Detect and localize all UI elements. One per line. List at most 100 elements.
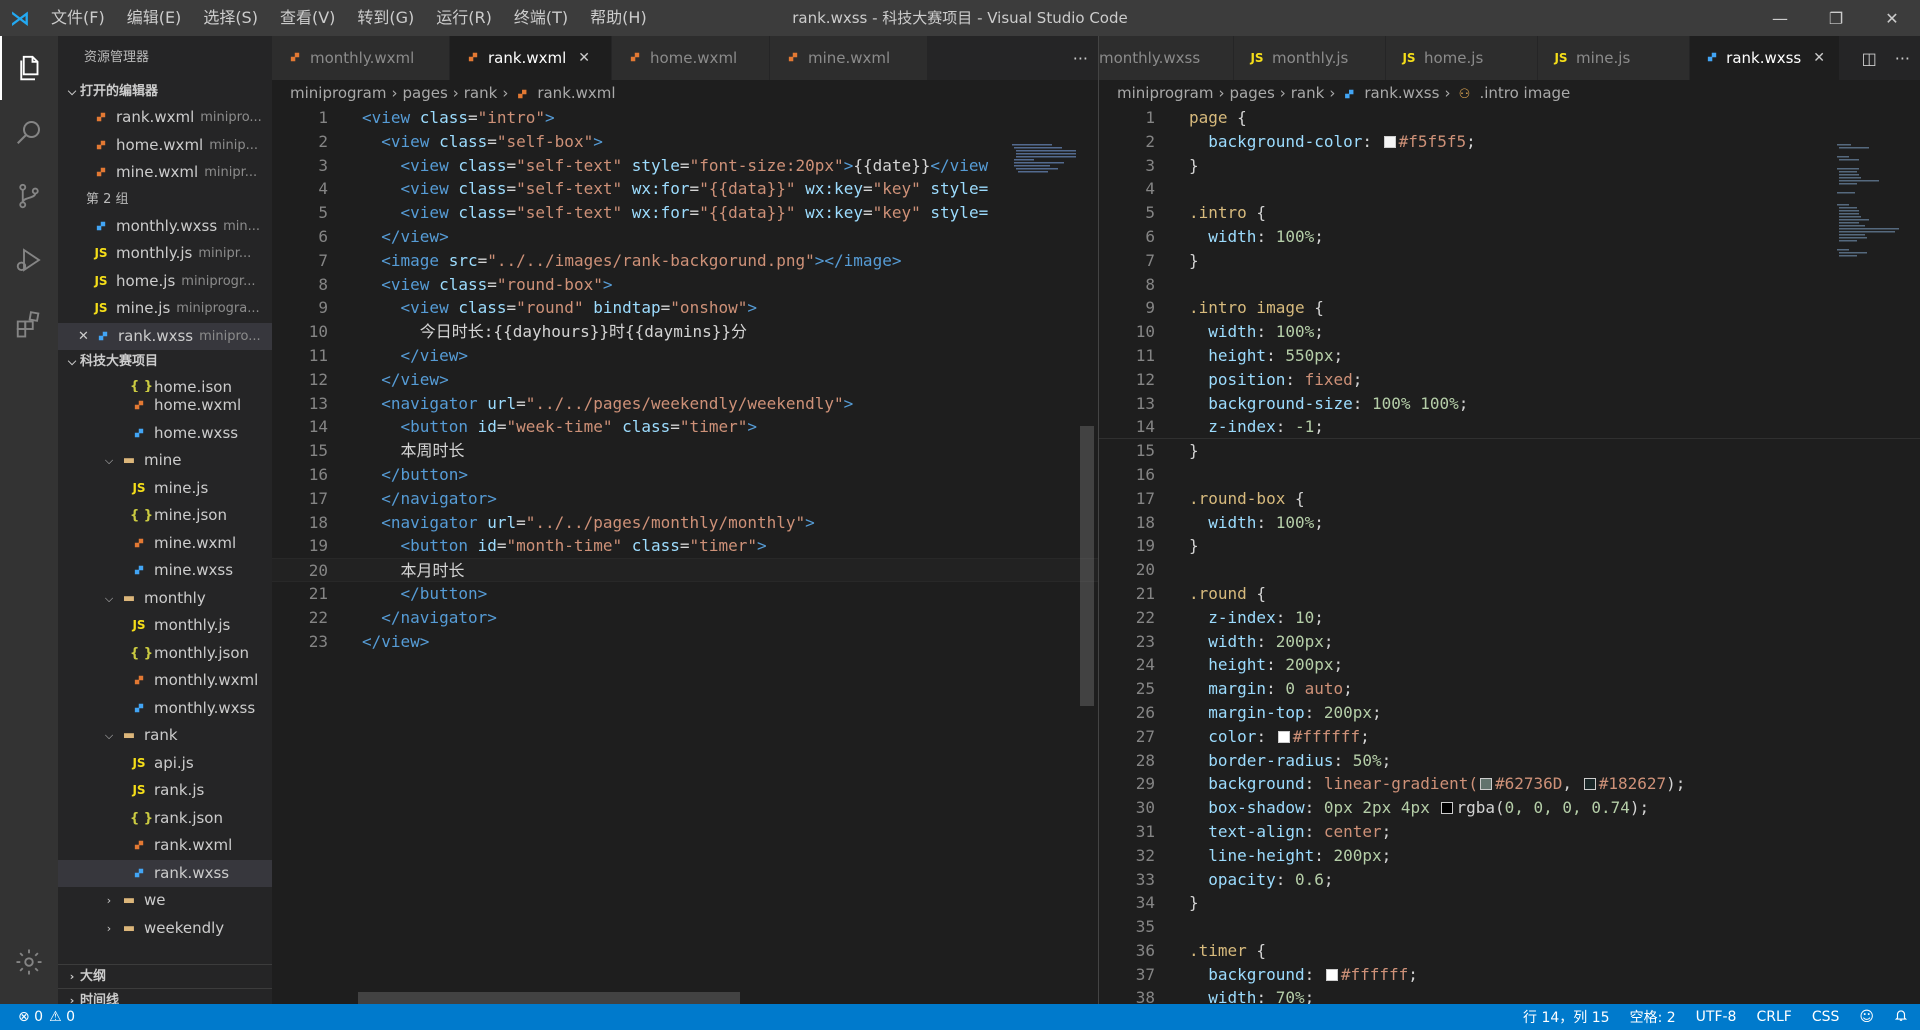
menu-item[interactable]: 查看(V) <box>269 0 346 36</box>
breadcrumb-item[interactable]: pages <box>402 84 447 102</box>
split-editor-icon[interactable]: ◫ <box>1862 49 1877 68</box>
end-of-line[interactable]: CRLF <box>1756 1009 1791 1025</box>
source-control-button[interactable] <box>0 164 58 228</box>
timeline-header[interactable]: › 时间线 <box>58 988 272 1004</box>
open-editor-item[interactable]: 🙾 mine.wxml minipr... <box>58 159 272 187</box>
folder-item[interactable]: ⌵ ▬ monthly <box>58 585 272 613</box>
color-swatch[interactable] <box>1383 135 1396 148</box>
breadcrumb-item[interactable]: rank <box>464 84 498 102</box>
menu-item[interactable]: 编辑(E) <box>116 0 193 36</box>
menu-item[interactable]: 帮助(H) <box>579 0 658 36</box>
file-item[interactable]: 🙾 rank.wxml <box>58 832 272 860</box>
file-item[interactable]: { } mine.json <box>58 502 272 530</box>
file-item[interactable]: JS mine.js <box>58 475 272 503</box>
more-actions-button[interactable]: ··· <box>1895 49 1910 68</box>
feedback-icon[interactable]: ☺ <box>1859 1009 1874 1025</box>
outline-header[interactable]: › 大纲 <box>58 964 272 988</box>
color-swatch[interactable] <box>1479 778 1492 791</box>
code-line: 12 </view> <box>272 368 1098 392</box>
breadcrumb-item[interactable]: pages <box>1229 84 1274 102</box>
breadcrumb-item[interactable]: .intro image <box>1479 84 1570 102</box>
more-actions-button[interactable]: ··· <box>1073 49 1088 68</box>
close-icon[interactable]: ✕ <box>78 323 92 351</box>
folder-item[interactable]: › ▬ weekendly <box>58 915 272 943</box>
project-header[interactable]: ⌵ 科技大赛项目 <box>58 350 272 374</box>
folder-item[interactable]: ⌵ ▬ rank <box>58 722 272 750</box>
close-window-button[interactable]: ✕ <box>1864 0 1920 36</box>
code-line: 15} <box>1099 439 1920 463</box>
editor-tab[interactable]: JS monthly.js <box>1234 36 1386 80</box>
file-item[interactable]: 🙾 mine.wxss <box>58 557 272 585</box>
extensions-button[interactable] <box>0 292 58 356</box>
open-editor-item[interactable]: 🙾 rank.wxml minipro... <box>58 104 272 132</box>
color-swatch[interactable] <box>1325 968 1338 981</box>
open-editors-header[interactable]: ⌵ 打开的编辑器 <box>58 80 272 104</box>
menu-item[interactable]: 转到(G) <box>346 0 425 36</box>
file-item[interactable]: 🙾 monthly.wxss <box>58 695 272 723</box>
menu-item[interactable]: 文件(F) <box>40 0 116 36</box>
explorer-button[interactable] <box>0 36 58 100</box>
editor-tab[interactable]: JS home.js <box>1386 36 1538 80</box>
breadcrumb-item[interactable]: rank.wxss <box>1364 84 1439 102</box>
folder-item[interactable]: ⌵ ▬ mine <box>58 447 272 475</box>
editor-tab[interactable]: 🙾 rank.wxss ✕ <box>1690 36 1840 80</box>
open-editor-item[interactable]: JS mine.js miniprogra... <box>58 295 272 323</box>
code-editor-left[interactable]: 1 <view class="intro"> 2 <view class="self… <box>272 106 1098 653</box>
errors-indicator[interactable]: ⊗ 0 <box>18 1009 43 1025</box>
editor-tab[interactable]: 🙾monthly.wxss <box>1099 36 1234 80</box>
open-editor-item[interactable]: JS home.js miniprogr... <box>58 268 272 296</box>
menu-item[interactable]: 选择(S) <box>192 0 269 36</box>
file-item[interactable]: { } home.json <box>58 374 272 393</box>
encoding[interactable]: UTF-8 <box>1696 1009 1737 1025</box>
menu-item[interactable]: 终端(T) <box>503 0 579 36</box>
editor-tab[interactable]: 🙾 home.wxml <box>612 36 770 80</box>
editor-tab[interactable]: JS mine.js <box>1538 36 1690 80</box>
file-item[interactable]: JS monthly.js <box>58 612 272 640</box>
breadcrumb-item[interactable]: rank.wxml <box>537 84 615 102</box>
breadcrumb-item[interactable]: rank <box>1291 84 1325 102</box>
file-item[interactable]: 🙾 home.wxml <box>58 392 272 420</box>
file-item[interactable]: 🙾 mine.wxml <box>58 530 272 558</box>
color-swatch[interactable] <box>1583 778 1596 791</box>
line-content: background-color: #f5f5f5; <box>1208 131 1476 151</box>
file-item[interactable]: JS api.js <box>58 750 272 778</box>
horizontal-scrollbar-left[interactable] <box>358 992 740 1004</box>
indentation[interactable]: 空格: 2 <box>1630 1007 1676 1027</box>
file-item[interactable]: { } rank.json <box>58 805 272 833</box>
breadcrumb-item[interactable]: miniprogram <box>1117 84 1213 102</box>
cursor-position[interactable]: 行 14，列 15 <box>1523 1007 1610 1027</box>
notifications-bell-icon[interactable] <box>1894 1008 1908 1026</box>
menu-item[interactable]: 运行(R) <box>425 0 503 36</box>
file-item[interactable]: 🙾 monthly.wxml <box>58 667 272 695</box>
editor-tab[interactable]: 🙾 mine.wxml <box>770 36 928 80</box>
close-tab-icon[interactable]: ✕ <box>1813 36 1825 80</box>
search-button[interactable] <box>0 100 58 164</box>
editor-tab[interactable]: 🙾 monthly.wxml <box>272 36 450 80</box>
close-tab-icon[interactable]: ✕ <box>578 36 590 80</box>
minimap-right[interactable] <box>1835 142 1905 257</box>
language-mode[interactable]: CSS <box>1812 1009 1840 1025</box>
code-line: 5 <view class="self-text" wx:for="{{data… <box>272 201 1098 225</box>
minimap-left[interactable] <box>1010 142 1080 222</box>
file-item[interactable]: 🙾 rank.wxss <box>58 859 272 887</box>
maximize-button[interactable]: ❐ <box>1808 0 1864 36</box>
color-swatch[interactable] <box>1441 802 1454 815</box>
minimize-button[interactable]: — <box>1752 0 1808 36</box>
open-editor-item[interactable]: 🙾 home.wxml minip... <box>58 132 272 160</box>
file-item[interactable]: { } monthly.json <box>58 640 272 668</box>
manage-button[interactable] <box>0 930 58 994</box>
open-editor-item[interactable]: ✕ 🙾 rank.wxss minipro... <box>58 322 272 351</box>
run-debug-button[interactable] <box>0 228 58 292</box>
folder-item[interactable]: › ▬ we <box>58 887 272 915</box>
color-swatch[interactable] <box>1277 730 1290 743</box>
tab-label: rank.wxml <box>488 49 567 67</box>
warnings-indicator[interactable]: ⚠ 0 <box>49 1009 75 1025</box>
open-editor-item[interactable]: 🙾 monthly.wxss min... <box>58 213 272 241</box>
editor-tab[interactable]: 🙾 rank.wxml ✕ <box>450 36 612 80</box>
vertical-scrollbar-left[interactable] <box>1080 426 1094 706</box>
file-item[interactable]: 🙾 home.wxss <box>58 420 272 448</box>
code-editor-right[interactable]: 1 page {2 background-color: #f5f5f5; 3} 4 5.… <box>1099 106 1920 1004</box>
open-editor-item[interactable]: JS monthly.js minipr... <box>58 240 272 268</box>
breadcrumb-item[interactable]: miniprogram <box>290 84 386 102</box>
file-item[interactable]: JS rank.js <box>58 777 272 805</box>
